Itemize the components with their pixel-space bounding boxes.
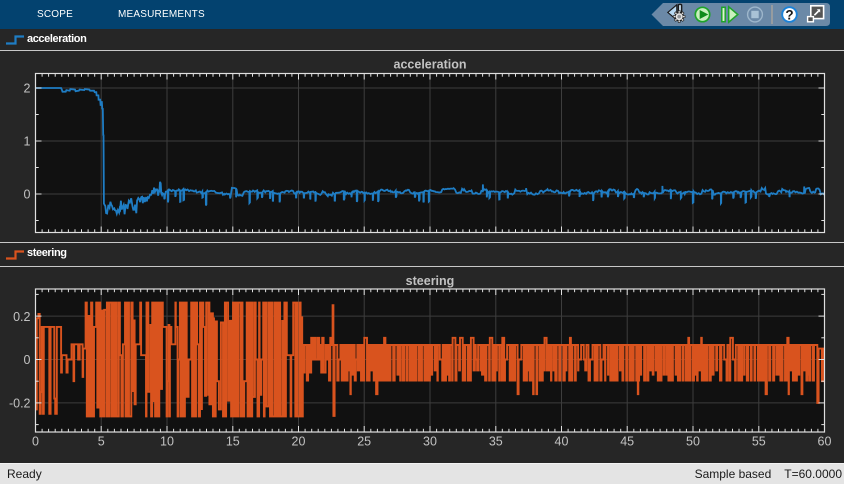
svg-text:30: 30 [423,435,437,449]
svg-text:?: ? [785,7,793,22]
svg-text:5: 5 [98,435,105,449]
svg-text:60: 60 [818,435,832,449]
svg-text:2: 2 [24,82,31,96]
svg-text:steering: steering [406,274,455,288]
svg-text:0: 0 [24,188,31,202]
svg-text:-0.2: -0.2 [9,397,31,411]
svg-text:45: 45 [620,435,634,449]
svg-text:50: 50 [686,435,700,449]
svg-text:1: 1 [24,135,31,149]
svg-text:40: 40 [555,435,569,449]
svg-text:55: 55 [752,435,766,449]
svg-text:35: 35 [489,435,503,449]
svg-text:0: 0 [24,353,31,367]
svg-text:10: 10 [160,435,174,449]
svg-text:15: 15 [226,435,240,449]
svg-text:acceleration: acceleration [394,58,467,72]
svg-text:25: 25 [357,435,371,449]
svg-text:20: 20 [292,435,306,449]
svg-text:0.2: 0.2 [13,310,30,324]
svg-text:0: 0 [32,435,39,449]
